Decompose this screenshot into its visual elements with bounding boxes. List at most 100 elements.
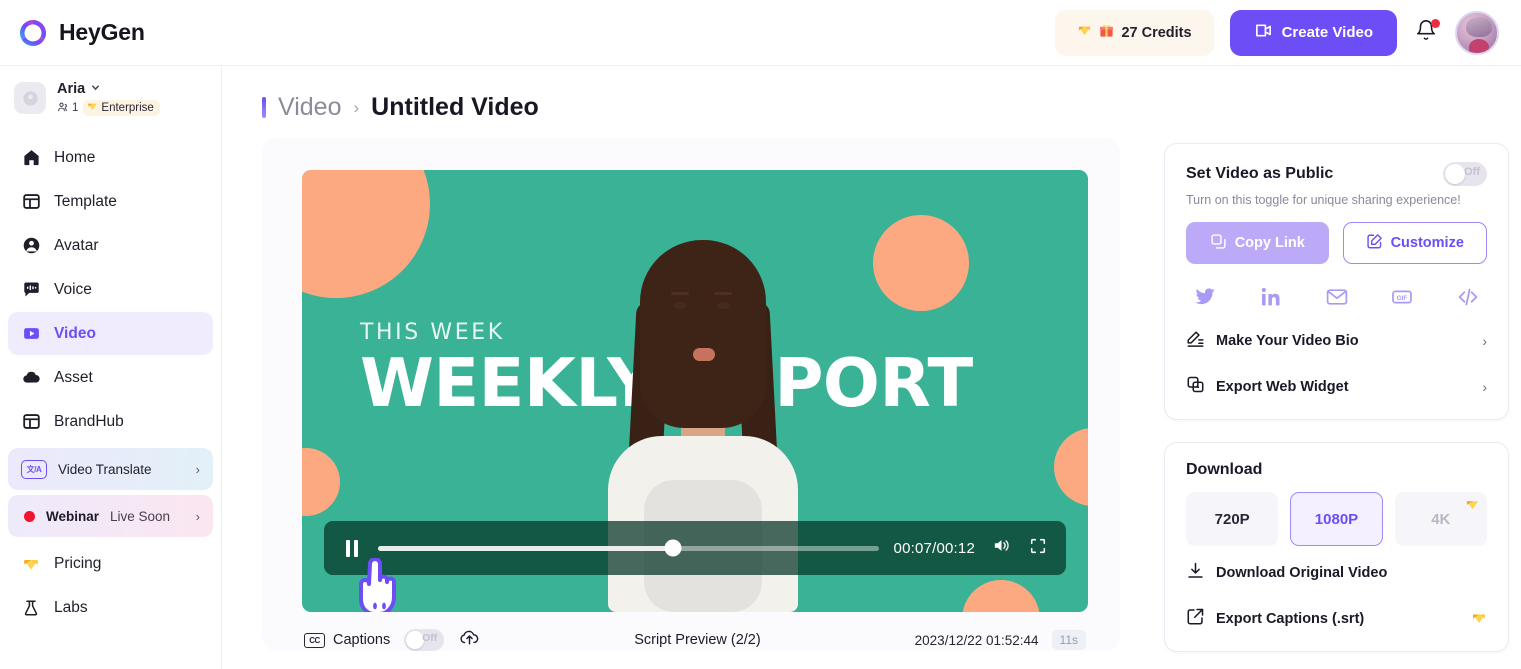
export-web-widget-link[interactable]: Export Web Widget › [1186,353,1487,399]
credits-pill[interactable]: 27 Credits [1055,9,1214,56]
resolution-1080p-button[interactable]: 1080P [1290,492,1383,546]
seek-bar[interactable] [378,539,879,557]
members-icon [57,101,69,116]
sidebar-item-label: Home [54,148,96,166]
create-video-button[interactable]: Create Video [1229,9,1397,56]
video-player[interactable]: THIS WEEK WEEKLY REPORT 00:07/00:12 [302,170,1088,612]
download-original-video-link[interactable]: Download Original Video [1186,546,1487,585]
notifications-button[interactable] [1413,18,1440,46]
captions-toggle[interactable]: Off [404,629,445,651]
pause-icon [346,539,358,557]
template-icon [21,192,41,212]
video-bio-icon [1186,329,1205,353]
fullscreen-icon [1029,537,1047,560]
captions-label: Captions [333,632,391,648]
gif-icon[interactable]: GIF [1389,284,1415,310]
public-toggle[interactable]: Off [1443,162,1487,186]
make-video-bio-link[interactable]: Make Your Video Bio › [1186,314,1487,353]
download-icon [1186,561,1205,585]
copy-link-label: Copy Link [1234,235,1305,251]
email-icon[interactable] [1324,284,1350,310]
video-icon [21,324,41,344]
meta-right: 2023/12/22 01:52:44 11s [915,630,1086,650]
workspace-switcher[interactable]: Aria 1 Enterprise [8,76,213,120]
sidebar-item-labs[interactable]: Labs [8,586,213,629]
upload-captions-button[interactable] [458,629,480,651]
sidebar-item-label: Asset [54,368,93,386]
breadcrumb-parent[interactable]: Video [278,93,342,122]
notification-badge [1431,18,1440,28]
member-count: 1 [57,101,78,116]
sidebar-item-label: Template [54,192,117,210]
sidebar-item-template[interactable]: Template [8,180,213,223]
script-preview-label[interactable]: Script Preview (2/2) [634,632,761,648]
seek-handle[interactable] [664,539,682,557]
sidebar-item-webinar[interactable]: Webinar Live Soon › [8,495,213,537]
credits-label: 27 Credits [1121,24,1192,41]
chevron-right-icon: › [1482,379,1487,395]
resolution-label: 720P [1214,510,1250,528]
captions-group: CC Captions [304,632,390,648]
decorative-shape [302,448,340,516]
svg-text:GIF: GIF [1397,295,1408,302]
linkedin-icon[interactable] [1258,284,1284,310]
sidebar-item-video-translate[interactable]: 文/A Video Translate › [8,448,213,490]
sidebar-item-label: Pricing [54,554,102,572]
top-bar-actions: 27 Credits Create Video [1055,9,1499,56]
resolution-options: 720P 1080P 4K [1186,492,1487,546]
sidebar-item-home[interactable]: Home [8,136,213,179]
resolution-4k-button[interactable]: 4K [1394,492,1487,546]
video-plus-icon [1254,21,1273,44]
chevron-down-icon[interactable] [90,80,101,98]
toggle-knob [1445,164,1465,184]
gem-icon [1471,610,1487,629]
sidebar-item-voice[interactable]: Voice [8,268,213,311]
duration-badge: 11s [1051,630,1086,650]
plan-badge: Enterprise [83,100,160,116]
workspace-name: Aria [57,81,86,97]
customize-button[interactable]: Customize [1342,222,1487,264]
resolution-label: 1080P [1314,510,1359,528]
create-video-label: Create Video [1281,24,1373,41]
avatar-icon [21,236,41,256]
social-share-row: GIF [1186,264,1487,314]
sidebar: Aria 1 Enterprise Home Template Avatar V… [0,66,222,669]
twitter-icon[interactable] [1192,284,1218,310]
fullscreen-button[interactable] [1027,537,1049,559]
export-web-widget-label: Export Web Widget [1216,379,1349,395]
webinar-label: Webinar [46,508,100,524]
webinar-status: Live Soon [110,508,171,524]
volume-icon [992,536,1011,560]
public-toggle-state: Off [1464,166,1480,178]
customize-label: Customize [1390,235,1464,251]
sidebar-item-avatar[interactable]: Avatar [8,224,213,267]
sidebar-item-brandhub[interactable]: BrandHub [8,400,213,443]
resolution-720p-button[interactable]: 720P [1186,492,1279,546]
sidebar-item-label: BrandHub [54,412,124,430]
sidebar-item-label: Avatar [54,236,99,254]
decorative-shape [302,170,430,298]
pause-button[interactable] [341,537,363,559]
download-panel: Download 720P 1080P 4K Download Original… [1164,442,1509,652]
volume-button[interactable] [990,537,1012,559]
cloud-icon [21,368,41,388]
brand-logo[interactable]: HeyGen [14,18,145,48]
sidebar-item-video[interactable]: Video [8,312,213,355]
main-content: Video › Untitled Video THIS WEEK WEEKLY … [222,66,1521,669]
embed-code-icon[interactable] [1455,284,1481,310]
top-bar: HeyGen 27 Credits Create Video [0,0,1521,66]
upload-cloud-icon [459,627,480,653]
player-controls: 00:07/00:12 [324,521,1066,575]
live-dot-icon [24,510,35,522]
decorative-shape [873,215,969,311]
export-captions-link[interactable]: Export Captions (.srt) [1186,585,1487,631]
avatar[interactable] [1455,10,1499,55]
sidebar-promo-label: Video Translate [58,461,152,477]
decorative-shape [962,580,1040,612]
app-body: Aria 1 Enterprise Home Template Avatar V… [0,66,1521,669]
sidebar-item-pricing[interactable]: Pricing [8,542,213,585]
copy-link-button[interactable]: Copy Link [1186,222,1329,264]
sidebar-item-asset[interactable]: Asset [8,356,213,399]
breadcrumb-separator: › [353,97,360,117]
seek-progress [378,545,674,551]
